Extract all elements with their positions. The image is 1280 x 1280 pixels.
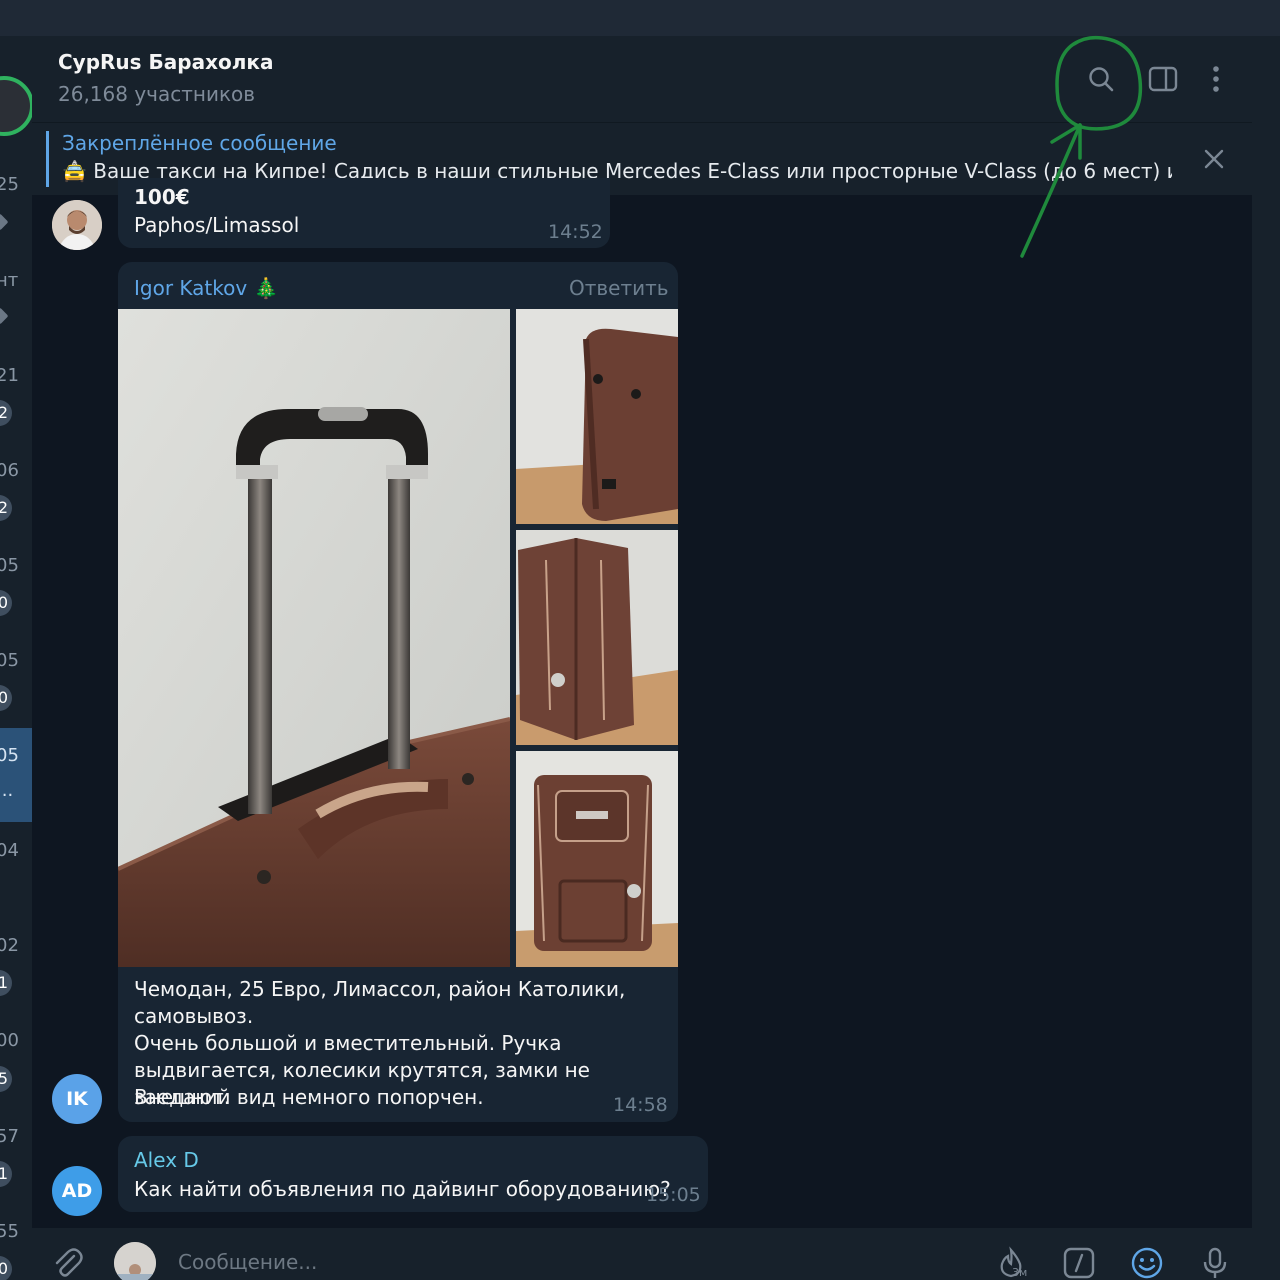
pinned-title: Закреплённое сообщение — [62, 131, 337, 155]
message-input[interactable]: Сообщение... — [178, 1250, 317, 1274]
emoji-icon[interactable] — [1130, 1246, 1164, 1280]
timer-label: 3м — [1012, 1266, 1028, 1279]
window-top-bar — [0, 0, 1280, 36]
message-composer: Сообщение... 3м — [32, 1228, 1252, 1280]
message-text-line: самовывоз. — [134, 1004, 254, 1028]
message-bubble[interactable]: Alex D Как найти объявления по дайвинг о… — [118, 1136, 708, 1212]
chat-list-time: 04 — [0, 840, 19, 861]
photo-suitcase-angle[interactable] — [516, 530, 678, 745]
chat-list-time: 02 — [0, 935, 19, 956]
message-text: Как найти объявления по дайвинг оборудов… — [134, 1177, 671, 1201]
microphone-icon[interactable] — [1198, 1246, 1232, 1280]
chat-list-time: нт — [0, 270, 19, 291]
chat-list-time: 05 — [0, 555, 19, 576]
chat-panel: CypRus Барахолка 26,168 участников Закре… — [32, 36, 1252, 1280]
message-time: 14:52 — [548, 221, 603, 243]
chat-list-strip[interactable]: 25 нт 21 2 06 2 05 0 05 0 05 ... 04 02 1… — [0, 36, 32, 1280]
message-text-line: Очень большой и вместительный. Ручка — [134, 1031, 562, 1055]
avatar[interactable]: AD — [52, 1166, 102, 1216]
sender-name[interactable]: Igor Katkov 🎄 — [134, 276, 278, 300]
pin-icon — [0, 307, 9, 325]
photo-suitcase-front[interactable] — [516, 751, 678, 967]
suitcase-side-image — [516, 309, 678, 524]
suitcase-handle-image — [118, 309, 510, 967]
unread-badge: 1 — [0, 1161, 12, 1187]
chat-list-selected-item[interactable] — [0, 728, 32, 822]
unread-badge: 0 — [0, 590, 12, 616]
close-icon[interactable] — [1200, 145, 1228, 173]
chat-header[interactable]: CypRus Барахолка 26,168 участников — [32, 36, 1252, 122]
chat-list-time: 05 — [0, 745, 19, 766]
pinned-accent-bar — [46, 131, 49, 187]
suitcase-angle-image — [516, 530, 678, 745]
paperclip-icon[interactable] — [50, 1246, 84, 1280]
reply-button[interactable]: Ответить — [569, 276, 669, 300]
chat-list-time: 00 — [0, 1030, 19, 1051]
sender-name[interactable]: Alex D — [134, 1148, 199, 1172]
bot-commands-icon[interactable] — [1062, 1246, 1096, 1280]
chat-list-avatar[interactable] — [0, 76, 32, 136]
unread-badge: 0 — [0, 685, 12, 711]
sender-avatar[interactable] — [114, 1242, 156, 1280]
unread-badge: 2 — [0, 400, 12, 426]
photo-suitcase-handle[interactable] — [118, 309, 510, 967]
search-icon[interactable] — [1084, 62, 1118, 96]
chat-list-time: 25 — [0, 174, 19, 195]
chat-list-time: 21 — [0, 365, 19, 386]
chat-list-time: 55 — [0, 1221, 19, 1242]
chat-list-time: 05 — [0, 650, 19, 671]
avatar[interactable] — [52, 200, 102, 250]
pin-icon — [0, 213, 9, 231]
unread-badge: 1 — [0, 970, 12, 996]
message-text: Paphos/Limassol — [134, 213, 300, 237]
more-vertical-icon[interactable] — [1199, 62, 1233, 96]
avatar[interactable]: IK — [52, 1074, 102, 1124]
chat-list-preview: ... — [0, 780, 14, 801]
chat-list-time: 57 — [0, 1126, 19, 1147]
chat-title[interactable]: CypRus Барахолка — [58, 50, 273, 74]
unread-badge: 5 — [0, 1066, 12, 1092]
photo-suitcase-side[interactable] — [516, 309, 678, 524]
unread-badge: 2 — [0, 495, 12, 521]
chat-list-time: 06 — [0, 460, 19, 481]
sender-emoji: 🎄 — [253, 276, 279, 300]
message-time: 15:05 — [646, 1184, 701, 1206]
unread-badge: 0 — [0, 1256, 12, 1280]
sender-avatar-photo — [114, 1242, 156, 1280]
member-count: 26,168 участников — [58, 82, 256, 106]
message-text-line: Внешний вид немного попорчен. — [134, 1085, 484, 1109]
message-time: 14:58 — [613, 1094, 668, 1116]
message-bubble[interactable]: 100€ Paphos/Limassol 14:52 — [118, 178, 610, 248]
right-panel-edge — [1252, 36, 1280, 1280]
sender-name-text: Igor Katkov — [134, 276, 248, 300]
sidebar-toggle-icon[interactable] — [1146, 62, 1180, 96]
suitcase-front-image — [516, 751, 678, 967]
message-bubble[interactable]: Igor Katkov 🎄 Ответить Чемодан, 25 Евро,… — [118, 262, 678, 1122]
message-partial-line: 100€ — [134, 185, 190, 209]
message-text-line: Чемодан, 25 Евро, Лимассол, район Католи… — [134, 977, 626, 1001]
avatar-photo — [52, 200, 102, 250]
